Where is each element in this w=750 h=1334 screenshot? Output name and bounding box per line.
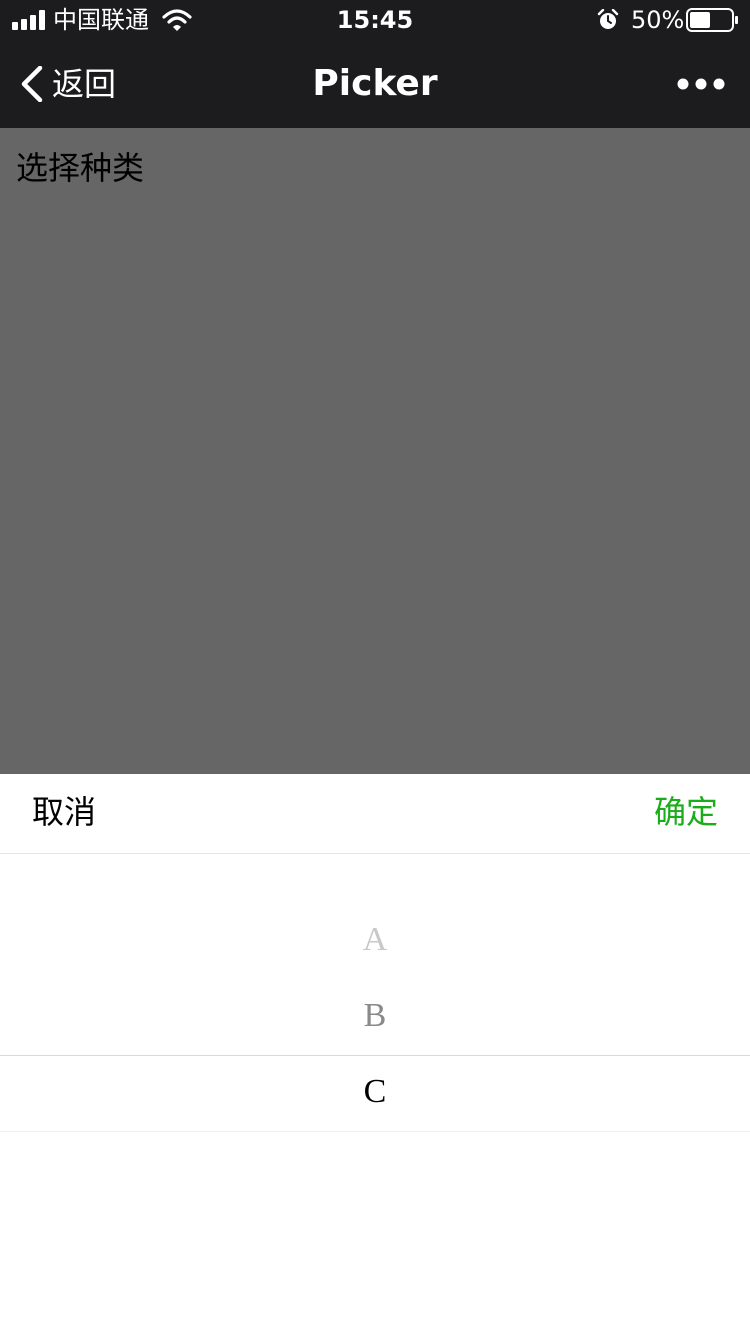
- confirm-button[interactable]: 确定: [654, 792, 718, 832]
- more-icon[interactable]: [674, 70, 728, 98]
- status-bar: 中国联通 15:45 50%: [0, 0, 750, 40]
- picker-option[interactable]: A: [0, 902, 750, 978]
- picker-toolbar: 取消 确定: [0, 774, 750, 854]
- picker-panel: 取消 确定 A B C: [0, 774, 750, 1334]
- battery-icon: [686, 8, 738, 32]
- picker-option[interactable]: B: [0, 978, 750, 1054]
- battery-percent: 50%: [631, 6, 685, 34]
- cancel-button[interactable]: 取消: [32, 792, 96, 832]
- picker-label: 选择种类: [16, 149, 145, 187]
- page-title: Picker: [312, 63, 438, 104]
- picker-indicator-bottom: [0, 1131, 750, 1132]
- picker-option-selected[interactable]: C: [0, 1054, 750, 1130]
- picker-indicator-top: [0, 1055, 750, 1056]
- picker-column[interactable]: A B C: [0, 854, 750, 1334]
- picker-mask[interactable]: 选择种类: [0, 128, 750, 774]
- navigation-bar: 返回 Picker: [0, 40, 750, 128]
- alarm-icon: [597, 9, 619, 29]
